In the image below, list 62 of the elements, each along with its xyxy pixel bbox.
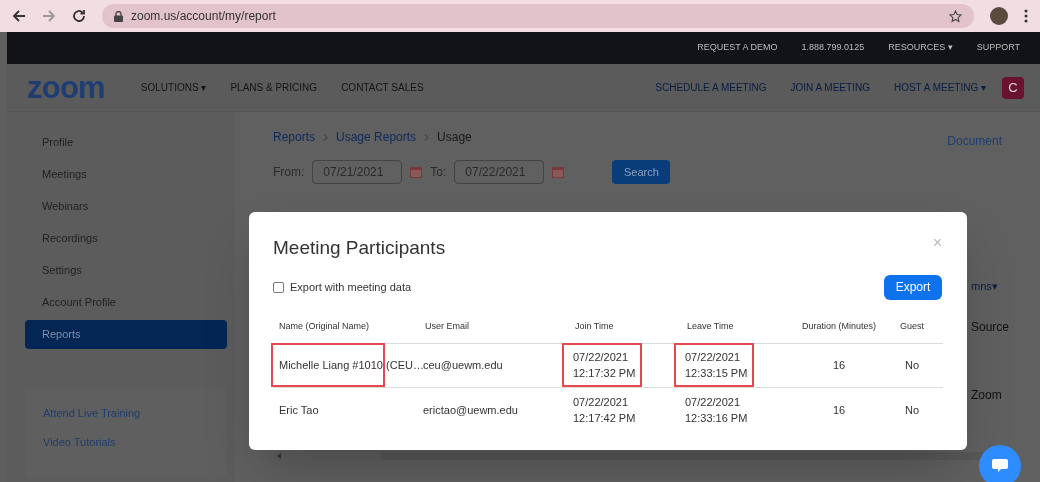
table-cell-text: 16 (832, 358, 846, 373)
table-cell-text: Zoom (971, 387, 1002, 404)
help-link[interactable]: Video Tutorials (43, 433, 227, 450)
more-icon[interactable] (1024, 9, 1028, 23)
table-cell-text: 07/22/2021 12:33:15 PM (685, 350, 749, 381)
sidebar-item[interactable]: Reports (25, 320, 227, 349)
top-bar-link[interactable]: REQUEST A DEMO (697, 41, 778, 55)
column-header: User Email (424, 320, 470, 333)
help-link[interactable]: Attend Live Training (43, 405, 227, 422)
nav-link[interactable]: SOLUTIONS ▾ (140, 80, 207, 95)
columns-link[interactable]: mns▾ (971, 278, 998, 295)
sidebar-item[interactable]: Recordings (25, 224, 227, 253)
column-header: Join Time (574, 320, 615, 333)
column-header: Source (971, 319, 1010, 336)
nav-link[interactable]: HOST A MEETING ▾ (893, 80, 986, 95)
table-cell-text: 07/22/2021 12:17:32 PM (573, 350, 637, 381)
sidebar-item[interactable]: Webinars (25, 192, 227, 221)
export-button[interactable]: Export (884, 274, 942, 300)
address-bar[interactable]: zoom.us/account/my/report (102, 4, 974, 28)
top-bar-link[interactable]: RESOURCES ▾ (888, 41, 953, 55)
nav-link[interactable]: CONTACT SALES (341, 80, 424, 95)
document-link[interactable]: Document (947, 132, 1002, 150)
column-header: Duration (Minutes) (801, 320, 877, 333)
dialog-title: Meeting Participants (273, 236, 446, 260)
sidebar-item[interactable]: Meetings (25, 160, 227, 189)
column-header: Guest (899, 320, 925, 333)
chat-bubble-icon (992, 459, 1008, 473)
horizontal-scrollbar[interactable] (271, 452, 983, 460)
top-bar-link[interactable]: SUPPORT (976, 41, 1020, 55)
back-icon[interactable] (12, 9, 26, 23)
table-cell-text: No (904, 402, 920, 418)
column-header: Name (Original Name) (278, 320, 371, 333)
star-icon[interactable] (949, 9, 962, 23)
sidebar-item[interactable]: Profile (25, 128, 227, 157)
sidebar-item[interactable]: Account Profile (25, 288, 227, 317)
breadcrumb-current: Usage (437, 129, 472, 146)
close-button[interactable]: × (932, 235, 942, 251)
nav-link[interactable]: PLANS & PRICING (230, 80, 318, 95)
export-checkbox[interactable] (273, 281, 284, 293)
table-cell-text: erictao@uewm.edu (423, 402, 518, 418)
breadcrumb-link[interactable]: Reports (273, 128, 316, 146)
profile-avatar[interactable] (990, 7, 1008, 25)
reload-icon[interactable] (72, 9, 86, 23)
table-cell-text: ceu@uewm.edu (423, 358, 503, 373)
lock-icon (114, 10, 123, 22)
table-cell-text: 07/22/2021 12:33:16 PM (685, 394, 749, 426)
table-cell-text: 07/22/2021 12:17:42 PM (573, 394, 637, 426)
checkbox-label: Export with meeting data (290, 279, 412, 295)
table-cell-text: Michelle Liang #1010 (CEU… (279, 358, 424, 373)
search-button[interactable]: Search (612, 160, 671, 184)
nav-link[interactable]: SCHEDULE A MEETING (655, 80, 767, 95)
column-header: Leave Time (686, 320, 735, 333)
url-text: zoom.us/account/my/report (131, 8, 276, 25)
sidebar-item[interactable]: Settings (25, 256, 227, 285)
breadcrumb-link[interactable]: Usage Reports (336, 128, 417, 146)
account-avatar[interactable]: C (1002, 76, 1024, 99)
logo[interactable]: zoom (27, 72, 105, 103)
nav-link[interactable]: JOIN A MEETING (790, 80, 870, 95)
top-bar-link[interactable]: 1.888.799.0125 (801, 41, 865, 55)
table-cell-text: No (904, 358, 920, 373)
table-cell-text: Eric Tao (279, 402, 319, 418)
table-cell-text: 16 (832, 402, 846, 418)
